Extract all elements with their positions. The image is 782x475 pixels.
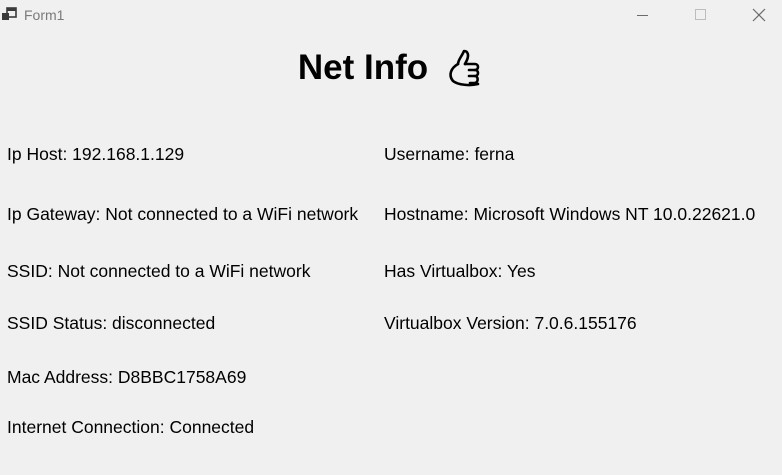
window-title: Form1: [24, 7, 65, 23]
title-bar[interactable]: Form1: [0, 0, 782, 31]
username-label: Username: ferna: [384, 144, 515, 164]
hostname-label: Hostname: Microsoft Windows NT 10.0.2262…: [384, 204, 756, 224]
ip-host-label: Ip Host: 192.168.1.129: [7, 144, 185, 164]
close-button[interactable]: [736, 0, 782, 30]
ssid-label: SSID: Not connected to a WiFi network: [7, 261, 311, 281]
has-virtualbox-label: Has Virtualbox: Yes: [384, 261, 536, 281]
internet-connection-label: Internet Connection: Connected: [7, 417, 255, 437]
minimize-icon: [637, 15, 648, 16]
page-heading: Net Info: [0, 46, 782, 90]
virtualbox-version-label: Virtualbox Version: 7.0.6.155176: [384, 313, 637, 333]
minimize-button[interactable]: [620, 0, 666, 30]
ssid-status-label: SSID Status: disconnected: [7, 313, 216, 333]
page-title: Net Info: [297, 48, 429, 87]
thumbs-up-icon: [449, 49, 480, 87]
ip-gateway-label: Ip Gateway: Not connected to a WiFi netw…: [7, 204, 359, 224]
maximize-button[interactable]: [678, 0, 724, 30]
maximize-icon: [695, 9, 706, 20]
close-icon: [752, 8, 766, 22]
mac-address-label: Mac Address: D8BBC1758A69: [7, 367, 247, 387]
app-icon: [2, 7, 17, 20]
